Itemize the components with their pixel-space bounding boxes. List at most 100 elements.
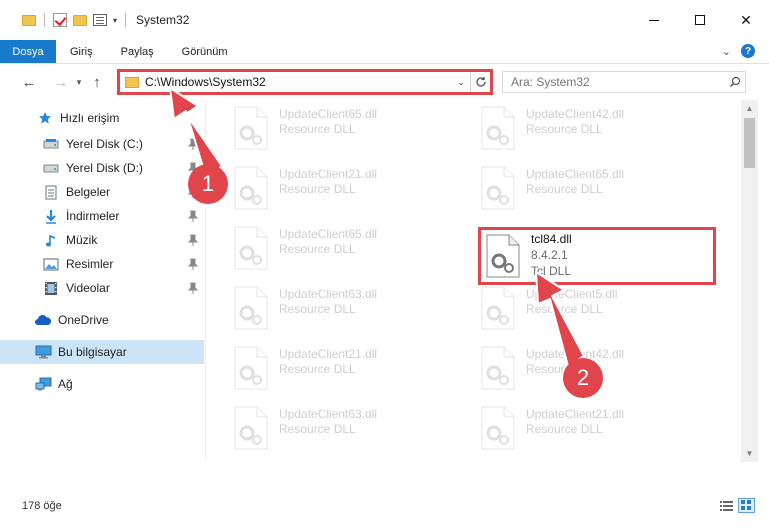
up-button[interactable]: ↑ — [86, 71, 108, 93]
file-description: Resource DLL — [279, 122, 356, 136]
up-arrow-icon: ↑ — [93, 73, 101, 91]
file-name: UpdateClient63.dll — [279, 287, 378, 301]
pin-icon[interactable] — [187, 282, 199, 294]
cloud-icon — [34, 312, 52, 328]
refresh-button[interactable] — [470, 72, 490, 92]
sidebar-item-onedrive[interactable]: OneDrive — [0, 308, 204, 332]
file-item[interactable]: UpdateClient65.dll Resource DLL — [207, 100, 445, 158]
sidebar-item-music[interactable]: Müzik — [0, 228, 204, 252]
tab-view[interactable]: Görünüm — [168, 40, 242, 63]
file-description: Resource DLL — [279, 242, 356, 256]
sidebar-item-local-disk-d[interactable]: Yerel Disk (D:) — [0, 156, 204, 180]
title-bar: ▾ System32 ✕ — [0, 0, 769, 40]
maximize-button[interactable] — [677, 0, 723, 40]
step-badge-2: 2 — [563, 358, 603, 398]
back-button[interactable]: ← — [18, 71, 40, 93]
search-icon[interactable] — [725, 76, 745, 88]
sidebar-item-local-disk-c[interactable]: Yerel Disk (C:) — [0, 132, 204, 156]
file-name: UpdateClient21.dll — [526, 407, 625, 421]
ribbon-tabs: Dosya Giriş Paylaş Görünüm ⌄ ? — [0, 40, 769, 64]
drive-icon — [42, 136, 60, 152]
file-item[interactable]: UpdateClient21.dll Resource DLL — [207, 340, 445, 398]
scroll-down-icon[interactable]: ▼ — [741, 445, 758, 462]
search-input[interactable] — [503, 75, 725, 89]
sidebar-item-pictures[interactable]: Resimler — [0, 252, 204, 276]
tab-file[interactable]: Dosya — [0, 40, 56, 63]
item-count: 178 öğe — [22, 500, 62, 512]
file-item[interactable]: UpdateClient21.dll Resource DLL — [207, 160, 445, 218]
dll-file-icon — [481, 346, 515, 390]
file-name: UpdateClient65.dll — [279, 107, 378, 121]
sidebar-item-label: Belgeler — [66, 185, 111, 199]
sidebar-item-label: Ağ — [58, 377, 73, 391]
documents-icon — [42, 184, 60, 200]
tab-home[interactable]: Giriş — [56, 40, 107, 63]
file-name: UpdateClient63.dll — [279, 407, 378, 421]
details-view-icon[interactable] — [718, 498, 735, 513]
file-description: Resource DLL — [279, 302, 356, 316]
expand-ribbon-icon[interactable]: ⌄ — [722, 45, 731, 58]
file-description: Resource DLL — [526, 422, 603, 436]
file-description: Tcl DLL — [531, 264, 572, 278]
separator — [44, 13, 45, 27]
file-item-tcl84[interactable]: tcl84.dll 8.4.2.1 Tcl DLL — [478, 227, 716, 285]
navigation-pane: Hızlı erişim Yerel Disk (C:) Yerel Disk … — [0, 100, 206, 462]
toolbar-dropdown-icon[interactable]: ▾ — [113, 16, 117, 25]
minimize-icon — [649, 19, 659, 21]
back-arrow-icon: ← — [21, 73, 37, 91]
dll-file-icon — [486, 234, 520, 278]
scroll-up-icon[interactable]: ▲ — [741, 100, 758, 117]
tab-share[interactable]: Paylaş — [107, 40, 168, 63]
sidebar-item-videos[interactable]: Videolar — [0, 276, 204, 300]
pin-icon[interactable] — [187, 234, 199, 246]
window-title: System32 — [136, 13, 190, 27]
close-button[interactable]: ✕ — [723, 0, 769, 40]
file-item[interactable]: UpdateClient21.dll Resource DLL — [454, 400, 692, 458]
pin-icon[interactable] — [187, 210, 199, 222]
refresh-icon — [475, 77, 486, 87]
sidebar-item-label: Hızlı erişim — [60, 111, 120, 125]
tiles-view-icon[interactable] — [738, 498, 755, 513]
dll-file-icon — [234, 286, 268, 330]
ribbon-right: ⌄ ? — [722, 44, 755, 58]
file-description: Resource DLL — [279, 422, 356, 436]
forward-button[interactable]: → — [50, 71, 72, 93]
pin-icon[interactable] — [187, 258, 199, 270]
sidebar-item-downloads[interactable]: İndirmeler — [0, 204, 204, 228]
dll-file-icon — [481, 406, 515, 450]
address-dropdown-icon[interactable]: ⌄ — [452, 77, 470, 88]
help-icon[interactable]: ? — [741, 44, 755, 58]
dll-file-icon — [234, 226, 268, 270]
pin-icon[interactable] — [187, 138, 199, 150]
file-description: Resource DLL — [526, 122, 603, 136]
dll-file-icon — [234, 346, 268, 390]
minimize-button[interactable] — [631, 0, 677, 40]
sidebar-item-this-pc[interactable]: Bu bilgisayar — [0, 340, 204, 364]
step-badge-1: 1 — [188, 164, 228, 204]
scroll-thumb[interactable] — [744, 118, 755, 168]
sidebar-item-quick-access[interactable]: Hızlı erişim — [0, 106, 204, 130]
customize-toolbar-icon[interactable] — [93, 14, 107, 26]
dll-file-icon — [234, 166, 268, 210]
file-name: tcl84.dll — [531, 232, 572, 246]
new-folder-icon[interactable] — [73, 14, 87, 26]
maximize-icon — [695, 15, 705, 25]
file-item[interactable]: UpdateClient63.dll Resource DLL — [207, 280, 445, 338]
file-item[interactable]: UpdateClient5.dll Resource DLL — [454, 280, 692, 338]
file-item[interactable]: UpdateClient65.dll Resource DLL — [207, 220, 445, 278]
properties-check-icon[interactable] — [53, 13, 67, 27]
sidebar-item-documents[interactable]: Belgeler — [0, 180, 204, 204]
recent-locations-button[interactable]: ▾ — [72, 71, 86, 93]
file-item[interactable]: UpdateClient65.dll Resource DLL — [454, 160, 692, 218]
address-path[interactable]: C:\Windows\System32 — [145, 75, 452, 89]
file-name: UpdateClient21.dll — [279, 167, 378, 181]
file-item[interactable]: UpdateClient63.dll Resource DLL — [207, 400, 445, 458]
address-bar[interactable]: C:\Windows\System32 ⌄ — [117, 69, 493, 95]
music-icon — [42, 232, 60, 248]
sidebar-item-network[interactable]: Ağ — [0, 372, 204, 396]
search-box[interactable] — [502, 71, 746, 93]
vertical-scrollbar[interactable]: ▲ ▼ — [741, 100, 758, 462]
window-controls: ✕ — [631, 0, 769, 40]
file-name: UpdateClient42.dll — [526, 107, 625, 121]
file-item[interactable]: UpdateClient42.dllResource DLL — [454, 100, 692, 158]
